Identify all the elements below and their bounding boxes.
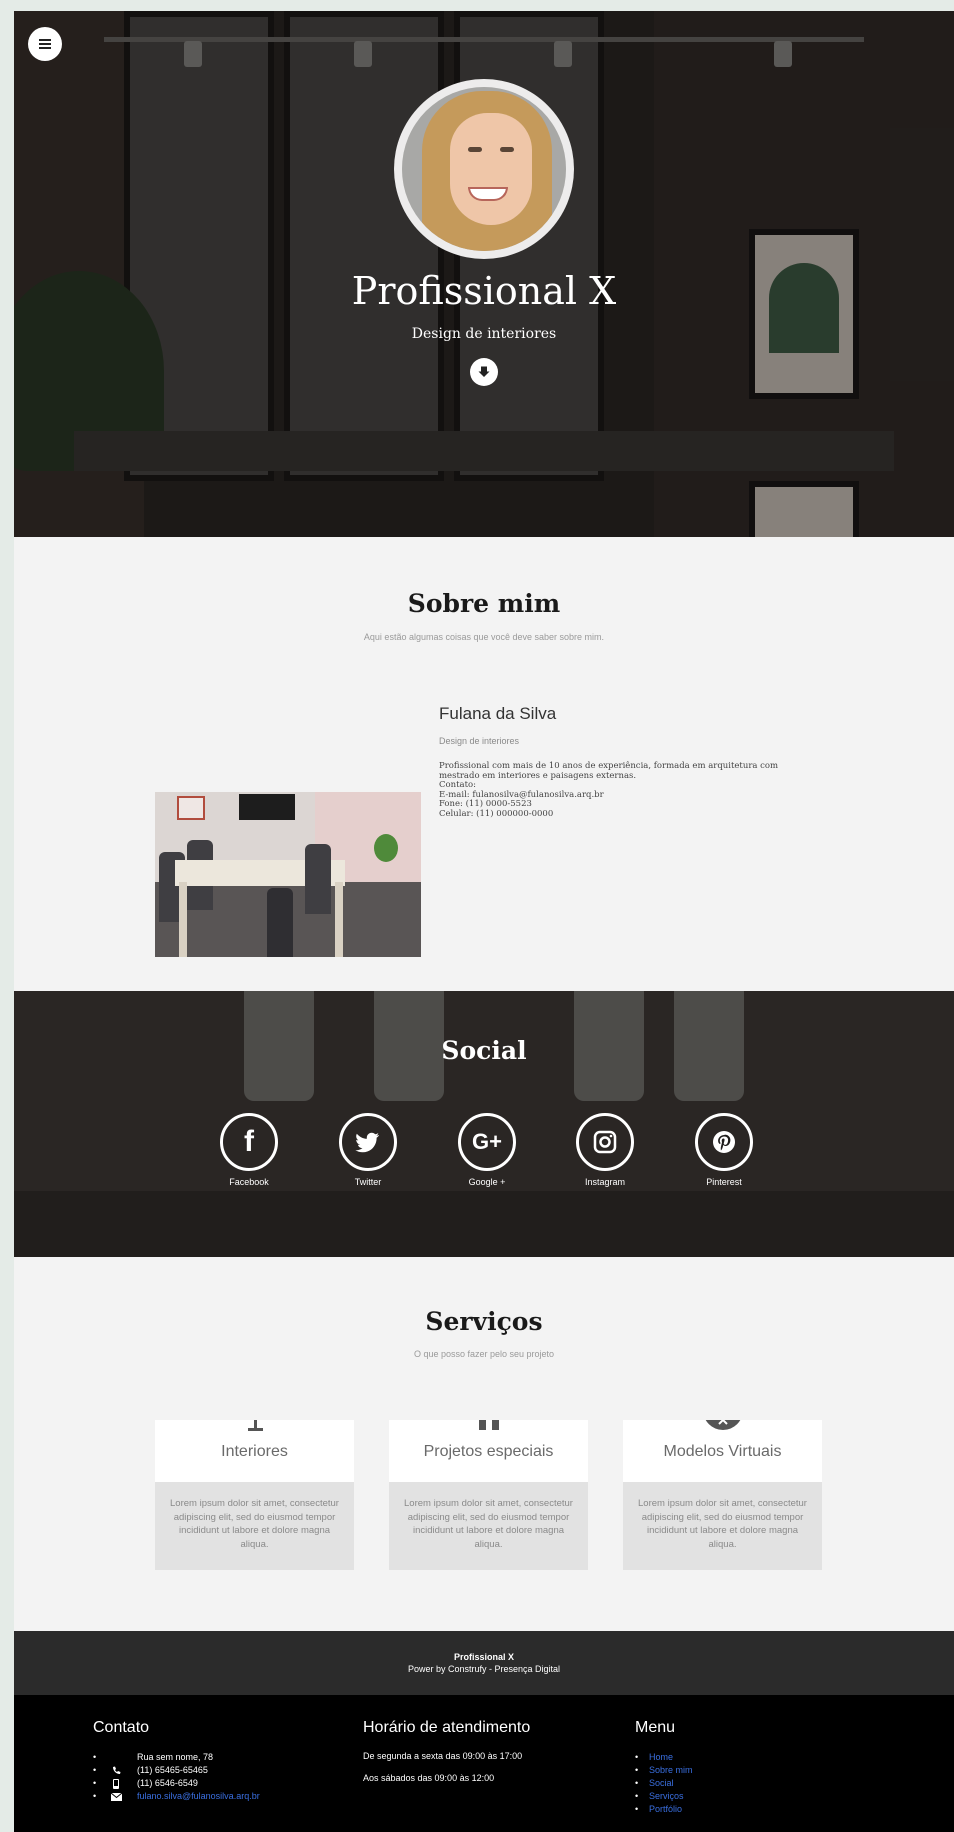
- twitter-icon: [339, 1113, 397, 1171]
- hero-title: Profissional X: [351, 269, 617, 313]
- about-email-line: E-mail: fulanosilva@fulanosilva.arq.br: [439, 789, 604, 800]
- footer-powered-by: Power by Construfy - Presença Digital: [407, 1664, 561, 1674]
- social-link-pinterest[interactable]: Pinterest: [679, 1113, 769, 1187]
- service-card-interiores: Interiores Lorem ipsum dolor sit amet, c…: [155, 1420, 354, 1570]
- footer-info: Contato Rua sem nome, 78 (11) 65465-6546…: [14, 1695, 954, 1832]
- google-plus-icon: G+: [458, 1113, 516, 1171]
- services-subtitle: O que posso fazer pelo seu projeto: [413, 1349, 555, 1359]
- about-name: Fulana da Silva: [439, 704, 557, 723]
- facebook-icon: f: [220, 1113, 278, 1171]
- footer-contact: Contato Rua sem nome, 78 (11) 65465-6546…: [93, 1719, 260, 1803]
- about-description-line: mestrado em interiores e paisagens exter…: [439, 770, 637, 781]
- about-title: Sobre mim: [407, 589, 561, 618]
- footer-hours-title: Horário de atendimento: [363, 1719, 531, 1736]
- footer-menu: Menu Home Sobre mim Social Serviços Port…: [635, 1719, 693, 1816]
- instagram-icon: [576, 1113, 634, 1171]
- phone-icon: [110, 1765, 122, 1776]
- service-card-header: Modelos Virtuais: [623, 1420, 822, 1482]
- social-label: Instagram: [584, 1177, 626, 1187]
- building-icon: [473, 1420, 505, 1432]
- contact-phone-item: (11) 65465-65465: [93, 1764, 260, 1777]
- hours-weekdays: De segunda a sexta das 09:00 às 17:00: [363, 1751, 523, 1761]
- about-phone-line: Fone: (11) 0000-5523: [439, 799, 532, 809]
- hamburger-icon: [39, 39, 51, 49]
- hours-saturday: Aos sábados das 09:00 às 12:00: [363, 1773, 495, 1783]
- social-link-twitter[interactable]: Twitter: [323, 1113, 413, 1187]
- social-label: Facebook: [229, 1177, 269, 1187]
- service-card-projetos-especiais: Projetos especiais Lorem ipsum dolor sit…: [389, 1420, 588, 1570]
- social-title: Social: [441, 1036, 527, 1065]
- footer-menu-link-portfolio[interactable]: Portfólio: [649, 1804, 682, 1814]
- footer-hours: Horário de atendimento De segunda a sext…: [363, 1719, 530, 1795]
- social-link-instagram[interactable]: Instagram: [560, 1113, 650, 1187]
- menu-toggle-button[interactable]: [28, 27, 62, 61]
- footer-menu-link-servicos[interactable]: Serviços: [649, 1791, 684, 1801]
- about-description-line: Profissional com mais de 10 anos de expe…: [439, 761, 779, 771]
- service-card-modelos-virtuais: Modelos Virtuais Lorem ipsum dolor sit a…: [623, 1420, 822, 1570]
- service-title: Modelos Virtuais: [663, 1443, 782, 1460]
- footer-contact-title: Contato: [93, 1719, 150, 1736]
- social-label: Pinterest: [706, 1177, 742, 1187]
- footer-credits: Profissional X Power by Construfy - Pres…: [14, 1631, 954, 1695]
- social-label: Google +: [468, 1177, 506, 1187]
- contact-address: Rua sem nome, 78: [137, 1752, 214, 1762]
- service-description: Lorem ipsum dolor sit amet, consectetur …: [170, 1498, 339, 1550]
- service-title: Projetos especiais: [423, 1443, 554, 1460]
- scroll-down-button[interactable]: [470, 358, 498, 386]
- profile-avatar: [394, 79, 574, 259]
- services-title: Serviços: [425, 1307, 543, 1336]
- envelope-icon: [110, 1791, 122, 1802]
- arrow-down-icon: [478, 366, 490, 377]
- about-mobile-line: Celular: (11) 000000-0000: [439, 808, 554, 819]
- page: Profissional X Design de interiores Sobr…: [14, 11, 954, 1832]
- footer-brand: Profissional X: [453, 1652, 515, 1662]
- about-subtitle: Aqui estão algumas coisas que você deve …: [363, 632, 605, 642]
- contact-address-item: Rua sem nome, 78: [93, 1751, 260, 1764]
- about-photo: [155, 792, 421, 957]
- footer-menu-link-social[interactable]: Social: [649, 1778, 674, 1788]
- contact-phone: (11) 65465-65465: [137, 1765, 208, 1775]
- service-card-header: Interiores: [155, 1420, 354, 1482]
- footer-menu-link-sobre-mim[interactable]: Sobre mim: [649, 1765, 693, 1775]
- contact-mobile-item: (11) 6546-6549: [93, 1777, 260, 1790]
- hero-section: Profissional X Design de interiores: [14, 11, 954, 537]
- social-link-facebook[interactable]: f Facebook: [204, 1113, 294, 1187]
- service-card-header: Projetos especiais: [389, 1420, 588, 1482]
- contact-email-link[interactable]: fulano.silva@fulanosilva.arq.br: [137, 1791, 260, 1801]
- service-description: Lorem ipsum dolor sit amet, consectetur …: [638, 1498, 807, 1550]
- contact-email-item: fulano.silva@fulanosilva.arq.br: [93, 1790, 260, 1803]
- contact-mobile: (11) 6546-6549: [137, 1778, 198, 1788]
- service-title: Interiores: [221, 1443, 288, 1460]
- lamp-icon: [239, 1420, 271, 1432]
- footer-menu-title: Menu: [635, 1719, 676, 1736]
- about-description-line: Contato:: [439, 780, 476, 790]
- mobile-icon: [110, 1778, 122, 1789]
- social-link-google-plus[interactable]: G+ Google +: [442, 1113, 532, 1187]
- hero-subtitle: Design de interiores: [411, 326, 557, 342]
- footer-menu-link-home[interactable]: Home: [649, 1752, 673, 1762]
- about-details: Fulana da Silva Design de interiores Pro…: [439, 704, 819, 819]
- social-label: Twitter: [354, 1177, 382, 1187]
- social-section: Social f Facebook Twitter G+ Google + In…: [14, 991, 954, 1257]
- about-description: Profissional com mais de 10 anos de expe…: [439, 761, 819, 819]
- about-role: Design de interiores: [439, 736, 520, 746]
- service-description: Lorem ipsum dolor sit amet, consectetur …: [404, 1498, 573, 1550]
- pinterest-icon: [695, 1113, 753, 1171]
- virtual-model-icon: [703, 1420, 743, 1432]
